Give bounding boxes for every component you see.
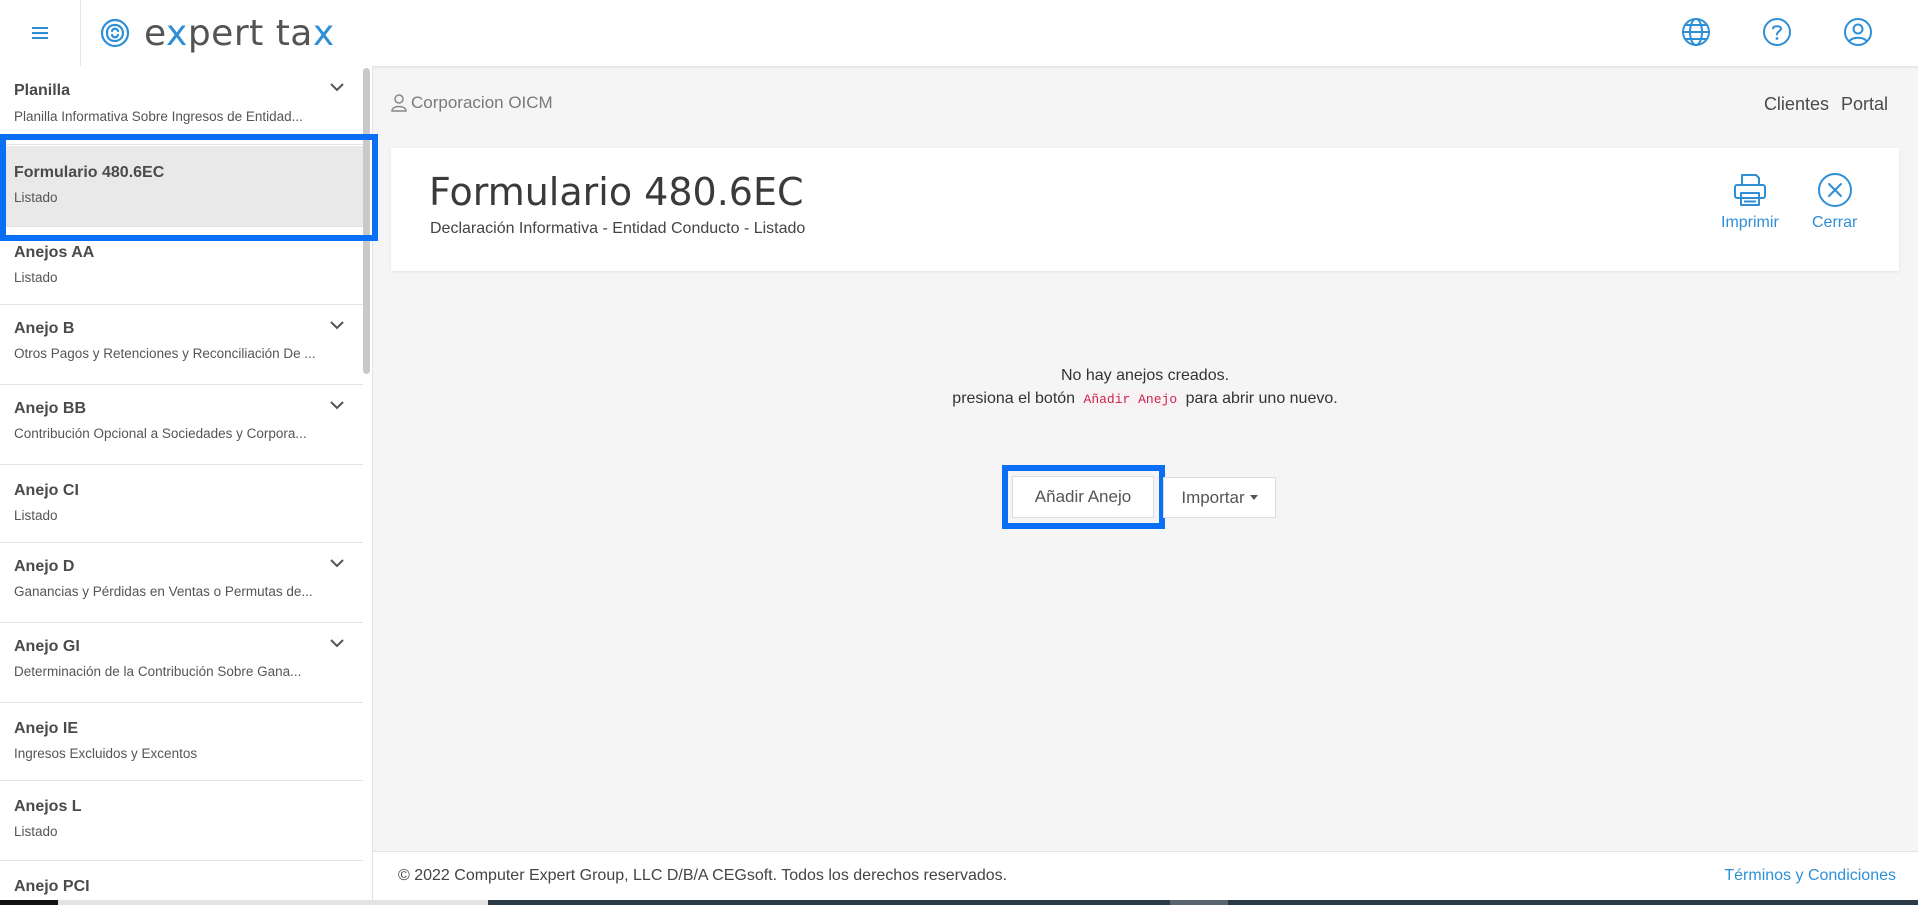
brand-name: expert tax <box>144 12 335 54</box>
add-anejo-label: Añadir Anejo <box>1034 487 1132 506</box>
sidebar-item-anejo-gi[interactable]: Anejo GI Determinación de la Contribució… <box>0 622 363 703</box>
sidebar-item-subtitle: Listado <box>14 824 58 839</box>
sidebar-item-anejo-ie[interactable]: Anejo IE Ingresos Excluidos y Excentos <box>0 702 363 781</box>
sidebar: Planilla Planilla Informativa Sobre Ingr… <box>0 66 373 900</box>
sidebar-item-subtitle: Ingresos Excluidos y Excentos <box>14 746 198 761</box>
clientes-link[interactable]: Clientes <box>1764 94 1829 115</box>
sidebar-item-title: Anejo GI <box>14 638 80 655</box>
printer-icon <box>1733 174 1766 206</box>
sidebar-item-title: Anejos L <box>14 798 82 815</box>
sidebar-item-anejo-b[interactable]: Anejo B Otros Pagos y Retenciones y Reco… <box>0 304 363 385</box>
top-bar: expert tax <box>0 0 1918 67</box>
sidebar-item-anejos-l[interactable]: Anejos L Listado <box>0 780 363 861</box>
sidebar-item-anejos-aa[interactable]: Anejos AA Listado <box>0 228 363 305</box>
sidebar-item-title: Anejo IE <box>14 720 79 737</box>
top-links: Clientes Portal <box>1764 94 1888 115</box>
sidebar-item-subtitle: Listado <box>14 508 58 523</box>
terms-link[interactable]: Términos y Condiciones <box>1724 867 1896 885</box>
copyright-text: © 2022 Computer Expert Group, LLC D/B/A … <box>398 867 1008 884</box>
print-button[interactable]: Imprimir <box>1721 172 1779 232</box>
import-label: Importar <box>1181 487 1245 507</box>
sidebar-item-subtitle: Planilla Informativa Sobre Ingresos de E… <box>14 109 303 124</box>
sidebar-item-title: Anejo D <box>14 558 75 575</box>
header-actions <box>1680 16 1874 48</box>
sidebar-item-subtitle: Listado <box>14 190 58 205</box>
portal-link[interactable]: Portal <box>1841 94 1888 115</box>
print-label: Imprimir <box>1721 214 1779 231</box>
empty-state-text-before: presiona el botón <box>952 390 1076 407</box>
chevron-down-icon[interactable] <box>329 320 345 330</box>
sidebar-item-subtitle: Contribución Opcional a Sociedades y Cor… <box>14 426 307 441</box>
breadcrumb: Corporacion OICM <box>391 93 553 113</box>
sidebar-item-anejo-ci[interactable]: Anejo CI Listado <box>0 464 363 543</box>
sidebar-item-subtitle: Listado <box>14 270 58 285</box>
chevron-down-icon[interactable] <box>329 638 345 648</box>
user-outline-icon <box>391 94 407 112</box>
help-button[interactable] <box>1761 16 1793 48</box>
sidebar-scrollbar[interactable] <box>363 68 370 374</box>
page-title: Formulario 480.6EC <box>429 170 804 214</box>
close-circle-icon <box>1817 173 1852 207</box>
sidebar-item-title: Formulario 480.6EC <box>14 164 165 181</box>
sidebar-item-title: Anejo CI <box>14 482 79 499</box>
client-name[interactable]: Corporacion OICM <box>411 93 553 113</box>
sidebar-item-anejo-d[interactable]: Anejo D Ganancias y Pérdidas en Ventas o… <box>0 542 363 623</box>
chevron-down-icon[interactable] <box>329 400 345 410</box>
sidebar-item-title: Planilla <box>14 82 71 99</box>
close-label: Cerrar <box>1812 214 1858 231</box>
sidebar-item-subtitle: Determinación de la Contribución Sobre G… <box>14 664 302 679</box>
sidebar-item-subtitle: Ganancias y Pérdidas en Ventas o Permuta… <box>14 584 313 599</box>
hamburger-icon <box>32 27 48 39</box>
page-subtitle: Declaración Informativa - Entidad Conduc… <box>430 220 806 237</box>
sidebar-item-planilla[interactable]: Planilla Planilla Informativa Sobre Ingr… <box>0 66 363 145</box>
language-button[interactable] <box>1680 16 1712 48</box>
empty-state-line-1: No hay anejos creados. <box>1060 367 1230 384</box>
swirl-logo-icon <box>100 18 130 48</box>
caret-down-icon <box>1249 495 1258 500</box>
sidebar-item-subtitle: Otros Pagos y Retenciones y Reconciliaci… <box>14 346 316 361</box>
add-anejo-button[interactable]: Añadir Anejo <box>1012 476 1154 518</box>
globe-icon <box>1682 18 1710 46</box>
empty-state-text-after: para abrir uno nuevo. <box>1185 390 1338 407</box>
chevron-down-icon[interactable] <box>329 82 345 92</box>
sidebar-item-title: Anejo B <box>14 320 75 337</box>
import-dropdown-button[interactable]: Importar <box>1163 477 1276 518</box>
sidebar-item-title: Anejo BB <box>14 400 86 417</box>
close-button[interactable]: Cerrar <box>1812 172 1857 232</box>
empty-state-code: Añadir Anejo <box>1079 390 1182 409</box>
sidebar-item-anejo-pci[interactable]: Anejo PCI <box>0 860 363 900</box>
brand-logo[interactable]: expert tax <box>98 10 335 56</box>
chevron-down-icon[interactable] <box>329 558 345 568</box>
empty-state-line-2: presiona el botón Añadir Anejo para abri… <box>391 390 1899 409</box>
footer: © 2022 Computer Expert Group, LLC D/B/A … <box>373 851 1918 901</box>
sidebar-item-anejo-bb[interactable]: Anejo BB Contribución Opcional a Socieda… <box>0 384 363 465</box>
sidebar-item-title: Anejos AA <box>14 244 95 261</box>
sidebar-item-title: Anejo PCI <box>14 878 90 895</box>
user-icon <box>1844 18 1872 46</box>
form-header-card: Formulario 480.6EC Declaración Informati… <box>391 148 1899 271</box>
menu-toggle-button[interactable] <box>0 0 81 66</box>
help-icon <box>1763 18 1791 46</box>
bottom-strip <box>0 900 1918 905</box>
account-button[interactable] <box>1842 16 1874 48</box>
sidebar-item-formulario-480-6ec[interactable]: Formulario 480.6EC Listado <box>0 146 363 227</box>
